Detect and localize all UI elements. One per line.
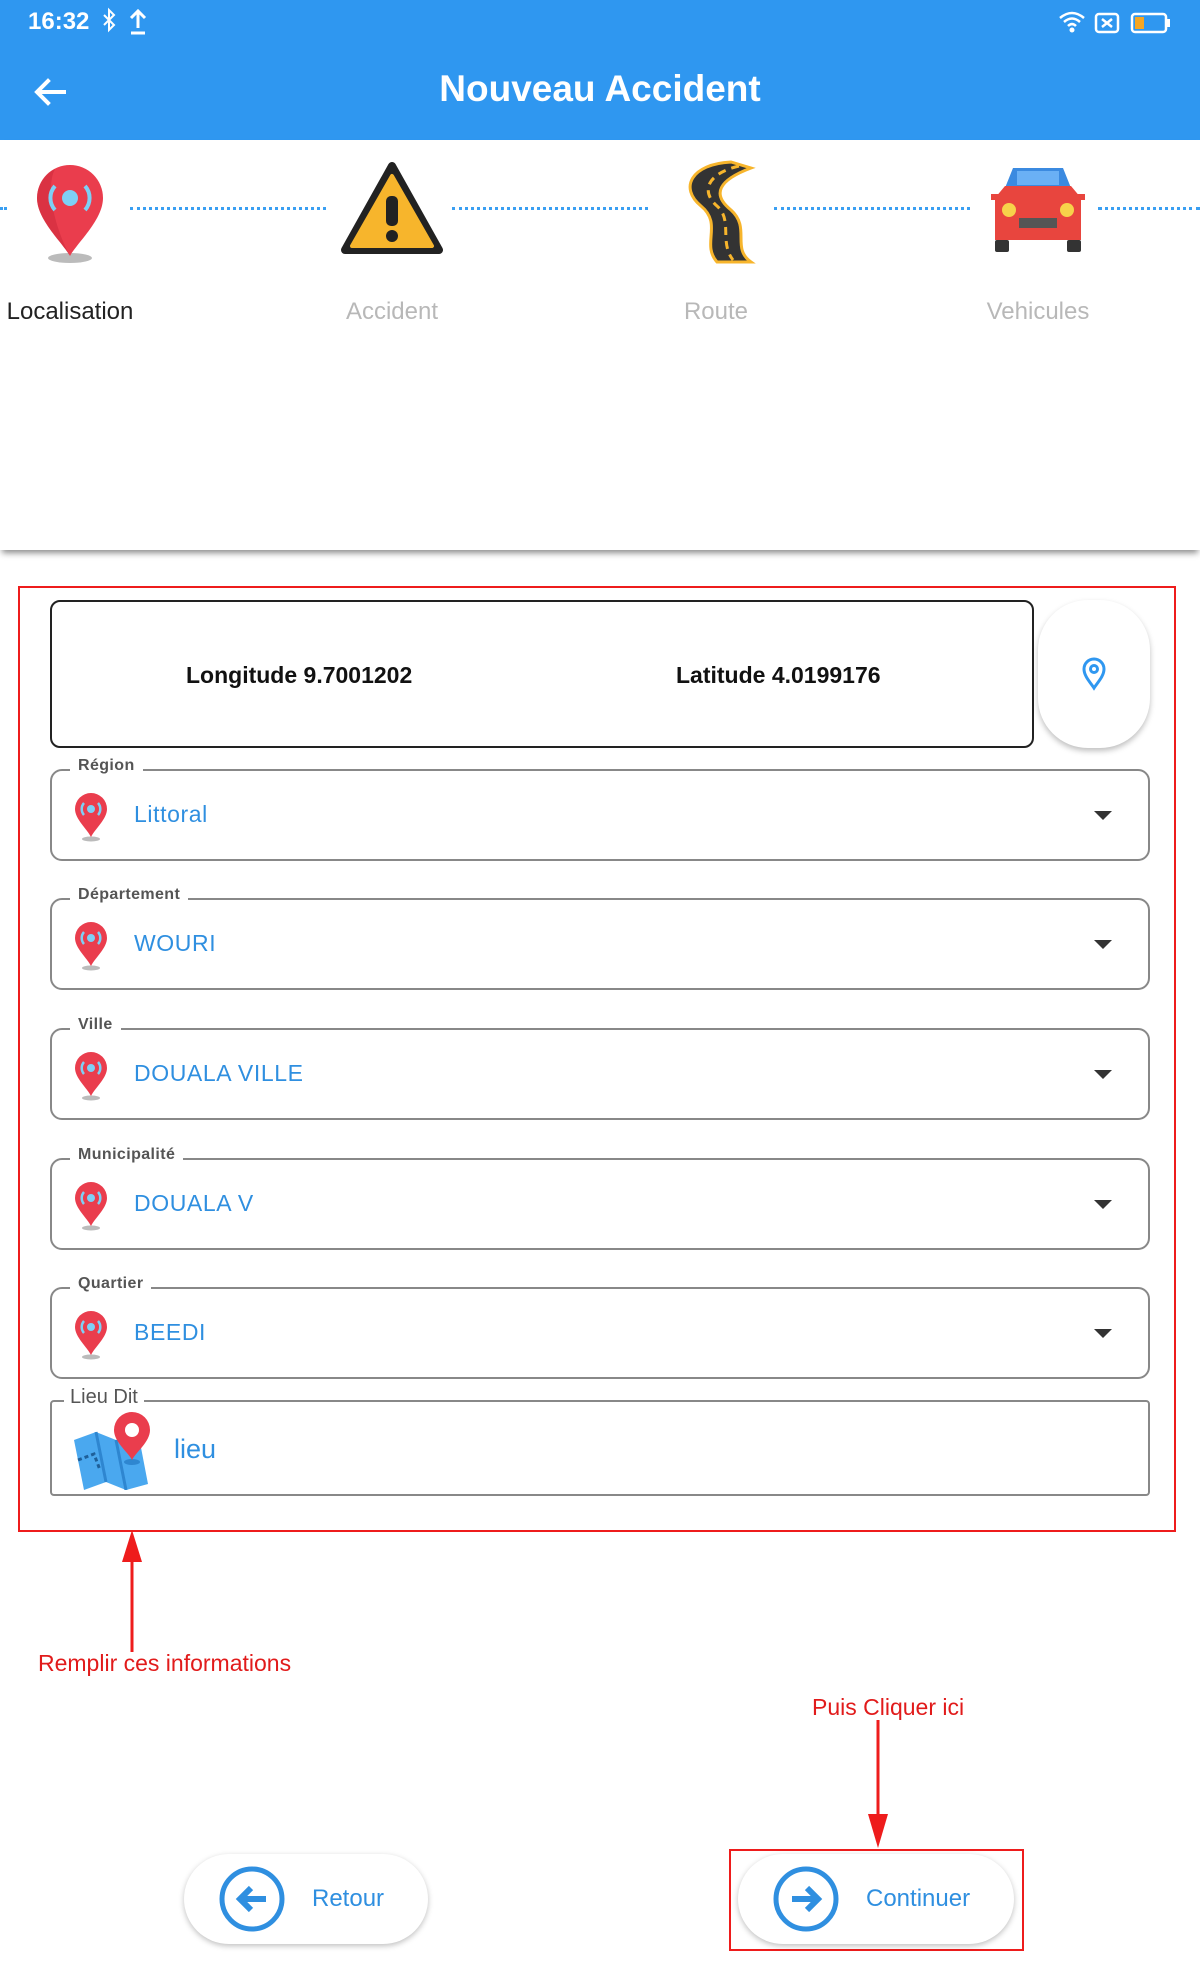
step-label: Route — [683, 298, 749, 325]
step-label: Vehicules — [986, 298, 1090, 325]
region-dropdown[interactable]: Région Littoral — [50, 757, 1150, 861]
app-bar: Nouveau Accident — [0, 44, 1200, 140]
location-marker-icon — [1082, 657, 1106, 691]
field-label: Municipalité — [70, 1146, 184, 1164]
location-pin-icon — [75, 1052, 107, 1101]
warning-triangle-icon — [341, 162, 443, 254]
stepper: Localisation Accident Route Vehicules — [0, 140, 1200, 550]
location-pin-icon — [75, 1311, 107, 1360]
dropdown-arrow-icon[interactable] — [1094, 940, 1112, 949]
page-title: Nouveau Accident — [439, 68, 761, 109]
wifi-sim-battery-icons — [1059, 11, 1170, 34]
arrow-right-circle-icon — [773, 1866, 839, 1932]
step-accident[interactable]: Accident — [292, 158, 492, 325]
coordinates-card: Longitude 9.7001202 Latitude 4.0199176 — [50, 600, 1034, 748]
bluetooth-upload-icons — [103, 7, 147, 35]
get-location-button[interactable] — [1038, 600, 1150, 748]
arrow-left-circle-icon — [219, 1866, 285, 1932]
departement-value: WOURI — [134, 930, 217, 956]
step-route[interactable]: Route — [616, 158, 816, 325]
arrow-down-annotation-icon — [868, 1720, 888, 1848]
annotation-fill-text: Remplir ces informations — [38, 1650, 292, 1676]
quartier-dropdown[interactable]: Quartier BEEDI — [50, 1275, 1150, 1379]
annotation-click-text: Puis Cliquer ici — [812, 1694, 965, 1720]
field-label: Région — [70, 757, 143, 775]
step-label: Accident — [345, 298, 439, 325]
dropdown-arrow-icon[interactable] — [1094, 1329, 1112, 1338]
lieu-dit-field: Lieu Dit — [50, 1386, 1150, 1496]
retour-button[interactable]: Retour — [184, 1854, 428, 1944]
dropdown-arrow-icon[interactable] — [1094, 811, 1112, 820]
field-label: Quartier — [70, 1275, 152, 1293]
location-pin-icon — [37, 165, 103, 263]
departement-dropdown[interactable]: Département WOURI — [50, 886, 1150, 990]
road-icon — [688, 160, 756, 264]
field-label: Ville — [70, 1016, 121, 1034]
location-pin-icon — [75, 1182, 107, 1231]
car-icon — [991, 168, 1085, 252]
arrow-up-annotation-icon — [122, 1530, 142, 1652]
latitude-text: Latitude 4.0199176 — [676, 662, 881, 688]
step-label: Localisation — [6, 298, 134, 325]
ville-value: DOUALA VILLE — [134, 1060, 304, 1086]
continuer-label: Continuer — [866, 1885, 971, 1912]
region-value: Littoral — [134, 801, 208, 827]
step-localisation[interactable]: Localisation — [0, 158, 170, 325]
field-label: Département — [70, 886, 189, 904]
quartier-value: BEEDI — [134, 1319, 207, 1345]
dropdown-arrow-icon[interactable] — [1094, 1200, 1112, 1209]
longitude-text: Longitude 9.7001202 — [186, 662, 413, 688]
municipalite-value: DOUALA V — [134, 1190, 254, 1216]
retour-label: Retour — [312, 1885, 385, 1912]
municipalite-dropdown[interactable]: Municipalité DOUALA V — [50, 1146, 1150, 1250]
status-time: 16:32 — [28, 8, 90, 35]
lieu-input[interactable] — [172, 1428, 1076, 1470]
field-label: Lieu Dit — [64, 1386, 144, 1409]
location-pin-icon — [75, 793, 107, 842]
status-bar: 16:32 — [0, 0, 1200, 44]
location-pin-icon — [75, 922, 107, 971]
step-vehicules[interactable]: Vehicules — [938, 158, 1138, 325]
continuer-button[interactable]: Continuer — [738, 1854, 1014, 1944]
map-pin-icon — [74, 1412, 150, 1490]
dropdown-arrow-icon[interactable] — [1094, 1070, 1112, 1079]
ville-dropdown[interactable]: Ville DOUALA VILLE — [50, 1016, 1150, 1120]
